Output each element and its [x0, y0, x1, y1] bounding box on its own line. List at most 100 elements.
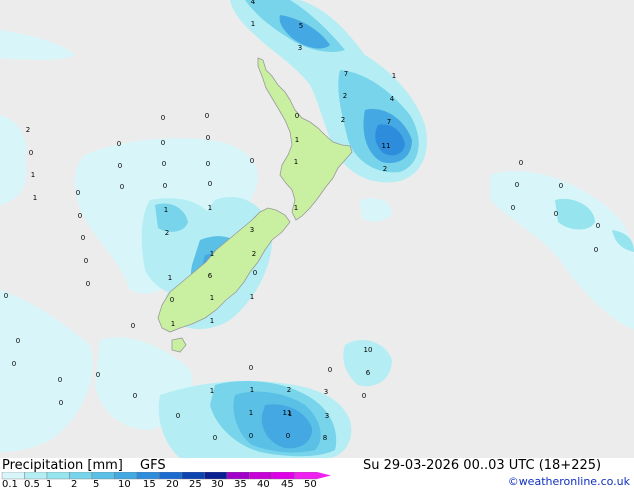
precip-value-label: 1 [210, 250, 214, 258]
precip-value-label: 3 [250, 226, 254, 234]
colorbar-tick-label: 30 [211, 479, 224, 490]
precip-value-label: 8 [323, 434, 327, 442]
colorbar-segment [136, 472, 160, 480]
map-footer: Precipitation [mm] GFS Su 29-03-2026 00.… [0, 458, 634, 490]
precip-value-label: 5 [299, 22, 303, 30]
precip-value-label: 0 [58, 376, 62, 384]
precip-value-label: 0 [286, 432, 290, 440]
precip-value-label: 0 [96, 371, 100, 379]
precip-value-label: 0 [208, 180, 212, 188]
precip-value-label: 2 [383, 165, 387, 173]
colorbar-tick-label: 20 [166, 479, 179, 490]
precip-value-label: 1 [171, 320, 175, 328]
precip-value-label: 11 [382, 142, 391, 150]
colorbar-tick-label: 40 [257, 479, 270, 490]
colorbar-tick-label: 45 [281, 479, 294, 490]
precip-value-label: 0 [559, 182, 563, 190]
precip-value-label: 0 [328, 366, 332, 374]
precip-value-label: 2 [26, 126, 30, 134]
precip-value-label: 10 [364, 346, 373, 354]
colorbar-tick-label: 10 [118, 479, 131, 490]
precip-value-label: 1 [164, 206, 168, 214]
precip-value-label: 2 [165, 229, 169, 237]
precip-value-label: 0 [131, 322, 135, 330]
precipitation-label: Precipitation [mm] [2, 458, 123, 473]
colorbar-tick-label: 0.1 [2, 479, 18, 490]
precip-value-label: 0 [250, 157, 254, 165]
precip-value-label: 1 [210, 387, 214, 395]
precip-value-label: 0 [162, 160, 166, 168]
colorbar-segment [91, 472, 115, 480]
precip-value-label: 1 [210, 317, 214, 325]
credit-label: ©weatheronline.co.uk [507, 475, 630, 488]
precip-value-label: 0 [86, 280, 90, 288]
precip-value-label: 0 [213, 434, 217, 442]
precip-value-label: 1 [250, 386, 254, 394]
colorbar-segment [159, 472, 183, 480]
colorbar-tick-label: 5 [93, 479, 100, 490]
precip-value-label: 1 [249, 409, 253, 417]
precip-value-label: 1 [392, 72, 396, 80]
precip-value-label: 0 [596, 222, 600, 230]
precip-value-label: 0 [133, 392, 137, 400]
precip-value-label: 0 [515, 181, 519, 189]
colorbar-tick-label: 35 [234, 479, 247, 490]
colorbar-segment [69, 472, 93, 480]
precip-value-label: 0 [76, 189, 80, 197]
precip-value-label: 0 [594, 246, 598, 254]
precip-value-label: 11 [283, 409, 292, 417]
colorbar-segment [24, 472, 48, 480]
precip-value-label: 1 [168, 274, 172, 282]
precip-value-label: 0 [519, 159, 523, 167]
precip-value-label: 1 [251, 20, 255, 28]
precip-value-label: 0 [59, 399, 63, 407]
precip-value-label: 1 [208, 204, 212, 212]
colorbar-segment [114, 472, 138, 480]
precip-value-label: 1 [31, 171, 35, 179]
precip-value-label: 0 [511, 204, 515, 212]
precip-value-label: 1 [295, 136, 299, 144]
precip-value-label: 0 [29, 149, 33, 157]
precip-value-label: 6 [208, 272, 213, 280]
precip-value-label: 4 [390, 95, 395, 103]
precip-value-label: 0 [206, 160, 210, 168]
precip-value-label: 0 [554, 210, 558, 218]
precip-value-label: 0 [4, 292, 8, 300]
precip-value-label: 1 [250, 293, 254, 301]
precip-value-label: 2 [343, 92, 347, 100]
precip-value-label: 0 [117, 140, 121, 148]
precip-value-label: 0 [163, 182, 167, 190]
colorbar-tick-label: 25 [189, 479, 202, 490]
colorbar-segment [181, 472, 205, 480]
precip-value-label: 0 [12, 360, 16, 368]
colorbar-tick-label: 15 [143, 479, 156, 490]
colorbar-segment [46, 472, 70, 480]
colorbar-segment [1, 472, 25, 480]
colorbar-tick-label: 0.5 [24, 479, 40, 490]
precip-value-label: 1 [294, 158, 298, 166]
precip-value-label: 0 [161, 114, 165, 122]
colorbar-segment [249, 472, 273, 480]
precip-value-label: 7 [387, 118, 391, 126]
colorbar-segment [271, 472, 295, 480]
precip-value-label: 7 [344, 70, 348, 78]
precip-value-label: 0 [205, 112, 209, 120]
precip-value-label: 0 [249, 364, 253, 372]
precip-value-label: 1 [33, 194, 37, 202]
precip-value-label: 0 [253, 269, 257, 277]
precip-value-label: 0 [206, 134, 210, 142]
precip-value-label: 3 [325, 412, 329, 420]
precip-value-label: 0 [176, 412, 180, 420]
colorbar-tick-label: 50 [304, 479, 317, 490]
precip-value-label: 0 [170, 296, 174, 304]
precip-value-label: 6 [366, 369, 371, 377]
colorbar-tick-label: 2 [71, 479, 78, 490]
precip-value-label: 1 [210, 294, 214, 302]
precip-value-label: 0 [161, 139, 165, 147]
precip-value-label: 2 [341, 116, 345, 124]
precip-value-label: 0 [118, 162, 122, 170]
precip-value-label: 1 [294, 204, 298, 212]
model-label: GFS [140, 458, 166, 473]
precip-value-label: 4 [251, 0, 256, 6]
colorbar-segment [204, 472, 228, 480]
